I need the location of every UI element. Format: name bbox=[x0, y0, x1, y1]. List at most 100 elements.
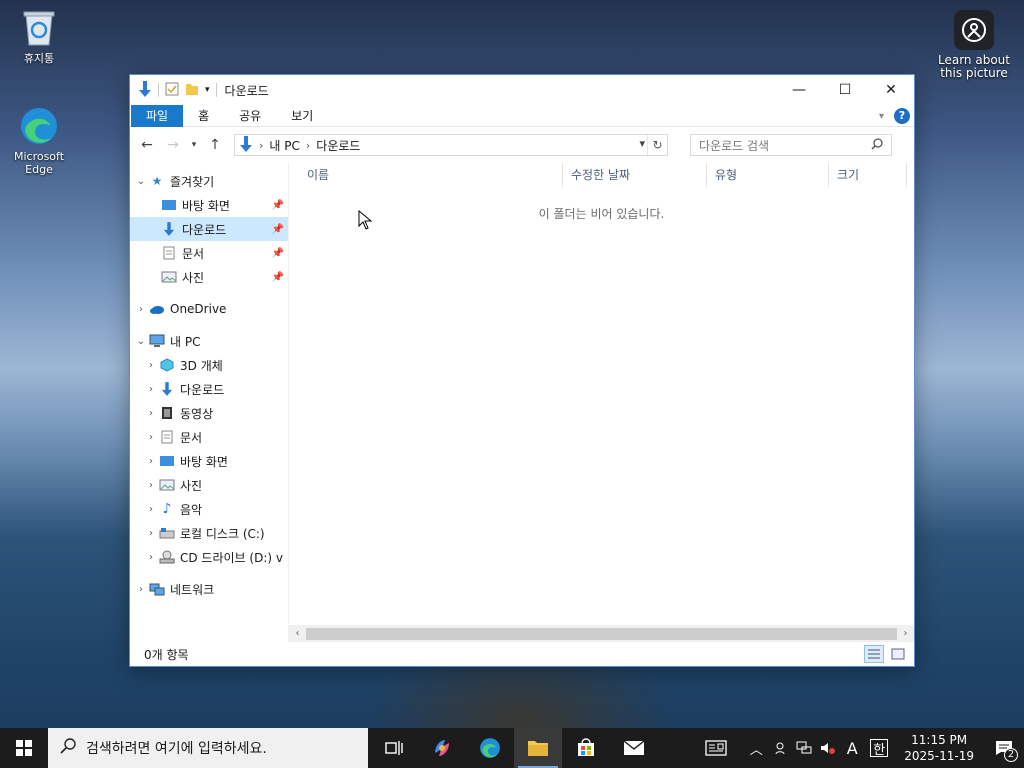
title-bar[interactable]: ▾ 다운로드 — ☐ ✕ bbox=[130, 75, 914, 105]
up-button[interactable]: ↑ bbox=[204, 134, 226, 156]
chevron-right-icon[interactable]: › bbox=[144, 552, 158, 563]
ime-mode-indicator[interactable]: A bbox=[840, 728, 864, 768]
pin-icon[interactable]: 📌 bbox=[272, 248, 284, 259]
star-icon: ★ bbox=[151, 174, 163, 188]
pin-icon[interactable]: 📌 bbox=[272, 224, 284, 235]
new-folder-icon[interactable] bbox=[185, 82, 199, 99]
edge-label: Microsoft Edge bbox=[13, 150, 65, 176]
refresh-icon[interactable]: ↻ bbox=[647, 135, 667, 155]
volume-muted-icon[interactable] bbox=[816, 728, 840, 768]
pin-icon[interactable]: 📌 bbox=[272, 272, 284, 283]
clock[interactable]: 11:15 PM 2025-11-19 bbox=[894, 732, 984, 764]
taskbar-search-placeholder: 검색하려면 여기에 입력하세요. bbox=[86, 741, 267, 757]
file-list[interactable]: 이름 수정한 날짜 유형 크기 이 폴더는 비어 있습니다. ‹ › bbox=[289, 163, 914, 642]
ime-language-indicator[interactable]: 한 bbox=[870, 739, 889, 758]
nav-pc-music[interactable]: › ♪ 음악 bbox=[130, 497, 288, 521]
nav-quick-access[interactable]: ⌄ ★ 즐겨찾기 bbox=[130, 169, 288, 193]
notification-center-button[interactable]: 2 bbox=[984, 728, 1024, 768]
minimize-button[interactable]: — bbox=[776, 75, 822, 105]
expand-ribbon-icon[interactable]: ▾ bbox=[879, 111, 884, 122]
breadcrumb-downloads[interactable]: 다운로드 bbox=[316, 137, 360, 154]
download-arrow-icon[interactable] bbox=[138, 80, 152, 100]
tab-share[interactable]: 공유 bbox=[224, 105, 276, 127]
customize-qat-icon[interactable]: ▾ bbox=[205, 85, 210, 95]
column-date-modified[interactable]: 수정한 날짜 bbox=[563, 163, 707, 187]
nav-pc-pictures[interactable]: › 사진 bbox=[130, 473, 288, 497]
chevron-right-icon[interactable]: › bbox=[144, 360, 158, 371]
nav-pc-documents[interactable]: › 문서 bbox=[130, 425, 288, 449]
nav-pc-local-disk[interactable]: › 로컬 디스크 (C:) bbox=[130, 521, 288, 545]
help-icon[interactable]: ? bbox=[894, 108, 910, 124]
column-name[interactable]: 이름 bbox=[299, 163, 563, 187]
nav-pc-cd-drive[interactable]: › CD 드라이브 (D:) v bbox=[130, 545, 288, 569]
cloud-icon bbox=[148, 301, 166, 317]
back-button[interactable]: ← bbox=[136, 134, 158, 156]
details-view-icon[interactable] bbox=[864, 645, 884, 663]
nav-pc-desktop[interactable]: › 바탕 화면 bbox=[130, 449, 288, 473]
copilot-button[interactable] bbox=[418, 728, 466, 768]
chevron-up-icon[interactable]: ︿ bbox=[744, 728, 768, 768]
edge-icon bbox=[480, 738, 500, 758]
chevron-down-icon[interactable]: ⌄ bbox=[134, 176, 148, 187]
close-button[interactable]: ✕ bbox=[868, 75, 914, 105]
explorer-window: ▾ 다운로드 — ☐ ✕ 파일 홈 공유 보기 ▾ ? ← → ▾ ↑ › 내 … bbox=[129, 74, 915, 667]
nav-quick-documents[interactable]: 문서 📌 bbox=[130, 241, 288, 265]
mail-taskbar-button[interactable] bbox=[610, 728, 658, 768]
nav-quick-downloads[interactable]: 다운로드 📌 bbox=[130, 217, 288, 241]
nav-quick-pictures[interactable]: 사진 📌 bbox=[130, 265, 288, 289]
nav-pc-downloads[interactable]: › 다운로드 bbox=[130, 377, 288, 401]
chevron-right-icon[interactable]: › bbox=[144, 384, 158, 395]
tab-file[interactable]: 파일 bbox=[131, 104, 184, 127]
recent-locations-icon[interactable]: ▾ bbox=[188, 134, 200, 156]
nav-label: 3D 개체 bbox=[180, 358, 223, 373]
nav-pc-videos[interactable]: › 동영상 bbox=[130, 401, 288, 425]
store-taskbar-button[interactable] bbox=[562, 728, 610, 768]
nav-onedrive[interactable]: › OneDrive bbox=[130, 297, 288, 321]
scroll-left-icon[interactable]: ‹ bbox=[289, 628, 306, 639]
start-button[interactable] bbox=[0, 728, 48, 768]
forward-button[interactable]: → bbox=[162, 134, 184, 156]
column-type[interactable]: 유형 bbox=[707, 163, 829, 187]
taskbar-search-box[interactable]: 검색하려면 여기에 입력하세요. bbox=[48, 728, 368, 768]
properties-icon[interactable] bbox=[165, 82, 179, 99]
nav-this-pc[interactable]: ⌄ 내 PC bbox=[130, 329, 288, 353]
address-dropdown-icon[interactable]: ▾ bbox=[639, 137, 645, 150]
chevron-right-icon[interactable]: › bbox=[144, 480, 158, 491]
desktop-icon bbox=[158, 453, 176, 469]
tab-home[interactable]: 홈 bbox=[183, 105, 224, 127]
desktop-icon-recycle-bin[interactable]: 휴지통 bbox=[4, 8, 74, 65]
chevron-right-icon[interactable]: › bbox=[144, 456, 158, 467]
ribbon-tabs: 파일 홈 공유 보기 ▾ ? bbox=[130, 104, 914, 127]
maximize-button[interactable]: ☐ bbox=[822, 75, 868, 105]
network-status-icon[interactable] bbox=[792, 728, 816, 768]
chevron-right-icon[interactable]: › bbox=[144, 432, 158, 443]
meet-now-icon[interactable] bbox=[768, 728, 792, 768]
chevron-right-icon[interactable]: › bbox=[134, 584, 148, 595]
pin-icon[interactable]: 📌 bbox=[272, 200, 284, 211]
news-widget-icon[interactable] bbox=[702, 728, 730, 768]
chevron-down-icon[interactable]: ⌄ bbox=[134, 336, 148, 347]
task-view-button[interactable] bbox=[370, 728, 418, 768]
chevron-right-icon[interactable]: › bbox=[134, 304, 148, 315]
file-explorer-taskbar-button[interactable] bbox=[514, 728, 562, 768]
chevron-right-icon[interactable]: › bbox=[144, 408, 158, 419]
learn-about-picture[interactable]: Learn about this picture bbox=[934, 10, 1014, 80]
chevron-right-icon[interactable]: › bbox=[259, 139, 263, 152]
nav-network[interactable]: › 네트워크 bbox=[130, 577, 288, 601]
tab-view[interactable]: 보기 bbox=[276, 105, 328, 127]
horizontal-scrollbar[interactable]: ‹ › bbox=[289, 625, 914, 642]
scroll-right-icon[interactable]: › bbox=[897, 628, 914, 639]
chevron-right-icon[interactable]: › bbox=[306, 139, 310, 152]
nav-quick-desktop[interactable]: 바탕 화면 📌 bbox=[130, 193, 288, 217]
column-size[interactable]: 크기 bbox=[829, 163, 907, 187]
search-box[interactable]: 다운로드 검색 bbox=[690, 134, 892, 156]
desktop-icon-edge[interactable]: Microsoft Edge bbox=[4, 106, 74, 176]
nav-pc-3d-objects[interactable]: › 3D 개체 bbox=[130, 353, 288, 377]
edge-taskbar-button[interactable] bbox=[466, 728, 514, 768]
breadcrumb-this-pc[interactable]: 내 PC bbox=[269, 137, 299, 154]
address-bar[interactable]: › 내 PC › 다운로드 ▾ ↻ bbox=[234, 134, 668, 156]
large-icons-view-icon[interactable] bbox=[888, 645, 908, 663]
chevron-right-icon[interactable]: › bbox=[144, 504, 158, 515]
scrollbar-thumb[interactable] bbox=[306, 627, 897, 640]
chevron-right-icon[interactable]: › bbox=[144, 528, 158, 539]
